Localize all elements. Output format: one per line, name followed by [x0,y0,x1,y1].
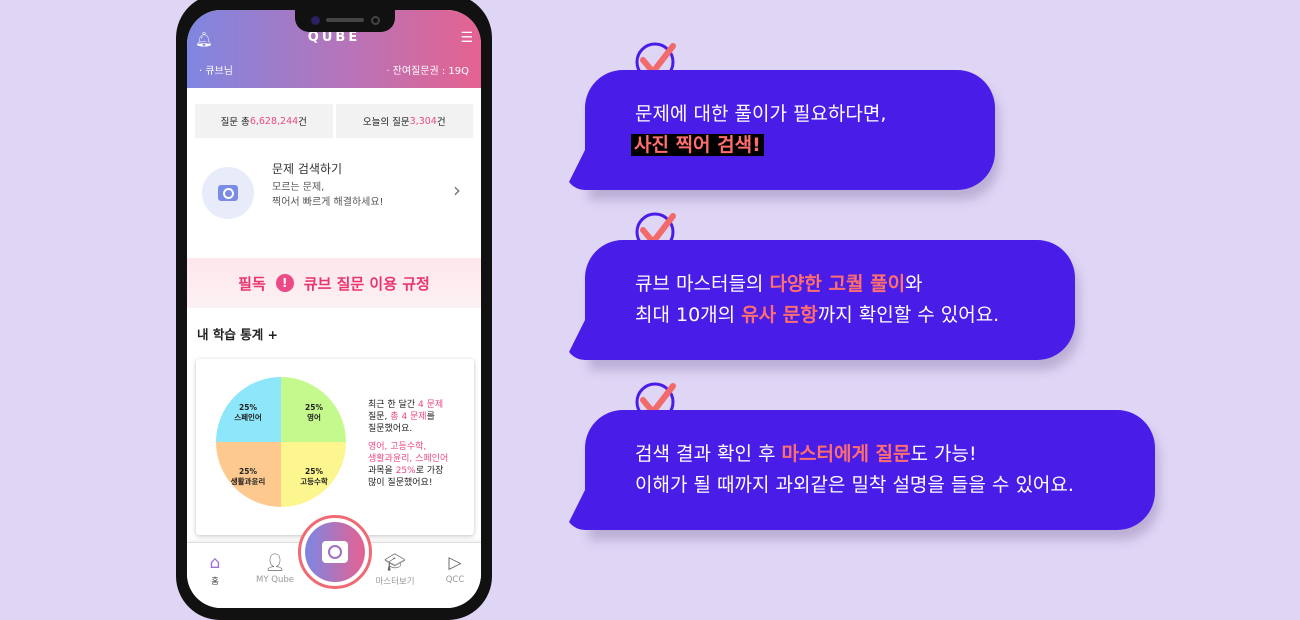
app-screen: 🔔︎ QUBE ☰ · 큐브님 · 잔여질문권 : 19Q 질문 총 6,628… [187,10,481,608]
user-icon: 👤︎ [264,553,286,573]
home-icon: ⌂ [209,553,221,573]
search-title: 문제 검색하기 [272,162,343,176]
nav-home[interactable]: ⌂ 홈 [187,553,245,587]
pie-label-spanish: 25% 스페인어 [234,403,262,422]
menu-icon[interactable]: ☰ [460,30,473,46]
app-logo: QUBE [307,30,361,45]
total-questions-stat: 질문 총 6,628,244 건 [195,104,333,138]
pie-label-math: 25% 고등수학 [300,467,328,486]
my-stats-heading[interactable]: 내 학습 통계 + [187,308,481,356]
graduation-cap-icon: 🎓︎ [384,553,406,573]
today-questions-stat: 오늘의 질문 3,304 건 [335,104,473,138]
nav-masters[interactable]: 🎓︎ 마스터보기 [365,553,425,587]
search-problem-card[interactable]: 문제 검색하기 모르는 문제, 찍어서 빠르게 해결하세요! › [187,138,481,258]
stats-chart-card: 25% 스페인어 25% 영어 25% 고등수학 25% 생활과윤리 최근 한 달간 4… [196,359,474,535]
pie-label-ethics: 25% 생활과윤리 [230,467,266,486]
user-name: · 큐브님 [199,66,233,77]
video-edit-icon: ▷ [448,553,462,573]
camera-icon [322,541,348,563]
nav-qcc[interactable]: ▷ QCC [425,553,481,585]
phone-mockup: 🔔︎ QUBE ☰ · 큐브님 · 잔여질문권 : 19Q 질문 총 6,628… [176,0,492,620]
nav-my-qube[interactable]: 👤︎ MY Qube [245,553,305,585]
chevron-right-icon: › [453,178,461,202]
pie-label-english: 25% 영어 [305,403,323,422]
feature-bubble-2: 큐브 마스터들의 다양한 고퀄 풀이와 최대 10개의 유사 문항까지 확인할 … [585,240,1075,360]
stats-summary: 최근 한 달간 4 문제 질문, 총 4 문제를 질문했어요. 영어, 고등수학… [368,400,449,488]
exclamation-icon: ! [275,274,294,292]
camera-icon [202,167,254,219]
phone-notch [295,10,395,32]
camera-button[interactable] [298,515,372,589]
rules-banner[interactable]: 필독! 큐브 질문 이용 규정 [187,258,481,308]
feature-bubble-1: 문제에 대한 풀이가 필요하다면, 사진 찍어 검색! [585,70,995,190]
pie-chart [216,377,346,507]
remaining-questions: · 잔여질문권 : 19Q [386,66,469,77]
search-desc: 모르는 문제, 찍어서 빠르게 해결하세요! [272,182,384,208]
feature-bubble-3: 검색 결과 확인 후 마스터에게 질문도 가능! 이해가 될 때까지 과외같은 … [585,410,1155,530]
